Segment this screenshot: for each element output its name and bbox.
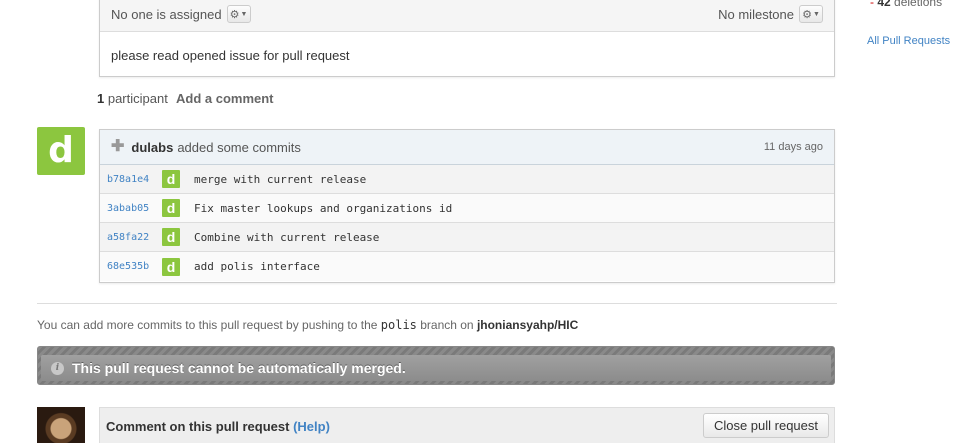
commits-box: ✚ dulabs added some commits 11 days ago … <box>99 129 835 283</box>
commit-avatar[interactable]: d <box>162 257 180 276</box>
comment-form-header: Comment on this pull request (Help) Clos… <box>99 407 835 443</box>
deletions-stat: - 42 deletions <box>870 0 942 9</box>
commit-list: b78a1e4 d merge with current release 3ab… <box>100 165 834 281</box>
comment-form-title: Comment on this pull request (Help) <box>106 419 330 434</box>
avatar[interactable]: d <box>37 127 85 175</box>
commit-avatar[interactable]: d <box>162 228 180 246</box>
avatar-letter: d <box>48 130 74 171</box>
commit-sha-link[interactable]: 3abab05 <box>100 203 162 214</box>
commit-sha-link[interactable]: b78a1e4 <box>100 174 162 185</box>
assignee-area: No one is assigned ⚙ ▼ <box>111 5 251 23</box>
assignee-text: No one is assigned <box>111 6 222 22</box>
branch-name: polis <box>380 318 417 332</box>
merge-status-inner: i This pull request cannot be automatica… <box>41 355 831 381</box>
commit-row: b78a1e4 d merge with current release <box>100 165 834 194</box>
commit-message: Fix master lookups and organizations id <box>194 201 453 215</box>
all-pull-requests-link[interactable]: All Pull Requests <box>867 35 950 47</box>
assignee-gear-button[interactable]: ⚙ ▼ <box>226 5 251 23</box>
issue-meta-bar: No one is assigned ⚙ ▼ No milestone ⚙ ▼ <box>100 0 834 32</box>
gear-icon: ⚙ <box>802 8 812 21</box>
milestone-gear-button[interactable]: ⚙ ▼ <box>799 5 823 23</box>
add-comment-link[interactable]: Add a comment <box>176 91 274 106</box>
comment-title-text: Comment on this pull request <box>106 419 294 434</box>
commits-header: ✚ dulabs added some commits 11 days ago <box>100 130 834 165</box>
repo-name: jhoniansyahp/HIC <box>476 318 579 332</box>
commit-message: add polis interface <box>194 260 320 273</box>
commit-sha-link[interactable]: 68e535b <box>100 261 162 272</box>
commits-timestamp: 11 days ago <box>763 141 823 153</box>
commit-row: 3abab05 d Fix master lookups and organiz… <box>100 194 834 223</box>
participant-label: participant <box>104 91 168 106</box>
commit-row: a58fa22 d Combine with current release <box>100 223 834 252</box>
push-note-prefix: You can add more commits to this pull re… <box>37 318 381 332</box>
deletions-count: 42 <box>877 0 891 9</box>
commit-message: Combine with current release <box>194 230 380 244</box>
participants-count: 1 participant <box>97 91 168 106</box>
info-icon: i <box>51 361 64 375</box>
section-divider <box>37 303 837 304</box>
chevron-down-icon: ▼ <box>240 10 248 18</box>
commit-avatar[interactable]: d <box>162 170 180 188</box>
merge-status-text: This pull request cannot be automaticall… <box>72 360 406 376</box>
issue-box: No one is assigned ⚙ ▼ No milestone ⚙ ▼ pl… <box>99 0 835 77</box>
milestone-area: No milestone ⚙ ▼ <box>718 5 823 23</box>
issue-body: please read opened issue for pull reques… <box>111 48 350 63</box>
deletions-label: deletions <box>890 0 943 9</box>
close-pull-request-button[interactable]: Close pull request <box>702 413 829 438</box>
push-instructions: You can add more commits to this pull re… <box>37 318 578 332</box>
help-link[interactable]: (Help) <box>293 419 330 434</box>
commit-author-link[interactable]: dulabs <box>131 140 173 155</box>
commit-avatar[interactable]: d <box>162 199 180 217</box>
current-user-avatar[interactable] <box>37 407 85 443</box>
commits-action-text: added some commits <box>177 139 301 155</box>
commits-event-summary: ✚ dulabs added some commits <box>111 138 301 155</box>
chevron-down-icon: ▼ <box>812 10 820 18</box>
milestone-text: No milestone <box>718 6 794 22</box>
gear-icon: ⚙ <box>229 8 240 21</box>
commit-sha-link[interactable]: a58fa22 <box>100 232 162 243</box>
push-note-middle: branch on <box>416 318 477 332</box>
merge-status-bar: i This pull request cannot be automatica… <box>37 346 835 385</box>
commit-message: merge with current release <box>194 172 367 186</box>
commit-row: 68e535b d add polis interface <box>100 252 834 281</box>
plus-icon: ✚ <box>111 138 125 155</box>
